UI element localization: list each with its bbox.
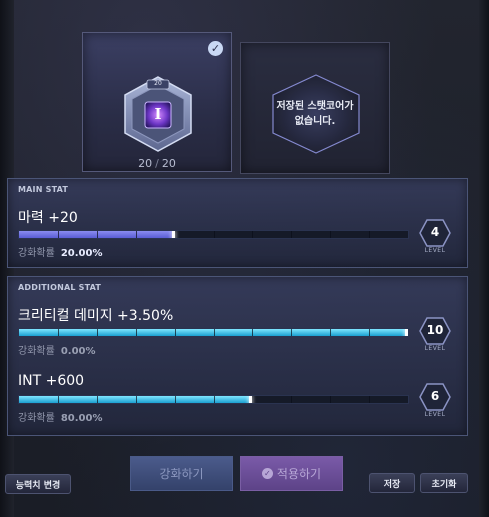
reset-button[interactable]: 초기화 [420,473,468,493]
progress-segment-divider [57,396,59,403]
additional-stat-rate-label: 강화확률 [18,346,55,357]
additional-stat-progress-bar [18,395,409,404]
additional-stat-title: ADDITIONAL STAT [18,283,102,292]
main-stat-level: 4 [430,225,440,239]
additional-stat-rate-label: 강화확률 [18,413,55,424]
enhance-button[interactable]: 강화하기 [130,456,233,491]
progress-segment-divider [174,396,176,403]
progress-segment-divider [135,231,137,238]
right-frame-edge [479,0,489,517]
progress-segment-divider [252,231,254,238]
main-stat-level-badge: 4 LEVEL [417,219,453,254]
additional-stat-level: 6 [430,389,440,403]
main-stat-panel: MAIN STAT 마력 +20 강화확률 20.00% 4 LEVEL [7,178,468,268]
progress-segment-divider [96,329,98,336]
empty-core-message-line2: 없습니다. [294,116,336,127]
progress-tip [171,231,175,238]
additional-stat-level-label: LEVEL [424,411,446,418]
progress-segment-divider [252,396,254,403]
progress-segment-divider [174,329,176,336]
apply-button[interactable]: ✓ 적용하기 [240,456,343,491]
progress-segment-divider [135,396,137,403]
main-stat-name: 마력 +20 [18,210,78,226]
core-count-current: 20 [138,157,153,170]
main-stat-title: MAIN STAT [18,185,69,194]
selected-core-card[interactable]: ✓ 20 I 20/20 [82,32,232,172]
core-count: 20/20 [83,157,231,170]
emblem-stat-letter: I [154,105,162,123]
progress-segment-divider [330,231,332,238]
progress-segment-divider [369,231,371,238]
progress-segment-divider [369,329,371,336]
progress-segment-divider [213,329,215,336]
empty-core-message: 저장된 스탯코어가 없습니다. [241,99,389,129]
progress-segment-divider [330,396,332,403]
main-stat-rate: 강화확률 20.00% [18,244,102,259]
additional-stat-rate-value: 80.00% [60,413,103,424]
main-stat-rate-label: 강화확률 [18,248,55,259]
additional-stat-level: 10 [426,323,444,337]
change-ability-button[interactable]: 능력치 변경 [5,474,71,494]
progress-tip [405,329,408,336]
progress-segment-divider [96,396,98,403]
progress-segment-divider [369,396,371,403]
apply-button-label: 적용하기 [276,467,322,481]
additional-stat-level-badge: 6 LEVEL [417,383,453,418]
progress-segment-divider [174,231,176,238]
additional-stat-progress-bar [18,328,409,337]
additional-stat-rate-value: 0.00% [60,346,96,357]
progress-segment-divider [291,329,293,336]
main-stat-level-label: LEVEL [424,247,446,254]
additional-stat-name: INT +600 [18,373,85,389]
progress-segment-divider [330,329,332,336]
progress-segment-divider [213,231,215,238]
progress-segment-divider [252,329,254,336]
empty-core-message-line1: 저장된 스탯코어가 [276,101,354,112]
main-stat-progress-bar [18,230,409,239]
additional-stat-rate: 강화확률 0.00% [18,342,96,357]
additional-stat-level-label: LEVEL [424,345,446,352]
progress-segment-divider [57,329,59,336]
progress-segment-divider [291,231,293,238]
additional-stat-name: 크리티컬 데미지 +3.50% [18,308,174,324]
progress-segment-divider [291,396,293,403]
saved-core-card[interactable]: 저장된 스탯코어가 없습니다. [240,42,390,174]
core-count-max: 20 [161,157,176,170]
progress-tip [249,396,253,403]
additional-stat-panel: ADDITIONAL STAT 크리티컬 데미지 +3.50% 강화확률 0.00… [7,276,468,436]
save-button[interactable]: 저장 [369,473,415,493]
additional-stat-level-badge: 10 LEVEL [417,317,453,352]
progress-segment-divider [135,329,137,336]
selected-check-icon: ✓ [208,41,223,56]
main-stat-rate-value: 20.00% [60,248,103,259]
apply-check-icon: ✓ [261,468,273,479]
progress-segment-divider [96,231,98,238]
emblem-level-text: 20 [154,80,162,87]
progress-segment-divider [57,231,59,238]
additional-stat-rate: 강화확률 80.00% [18,409,102,424]
core-count-separator: / [155,157,159,170]
progress-segment-divider [213,396,215,403]
